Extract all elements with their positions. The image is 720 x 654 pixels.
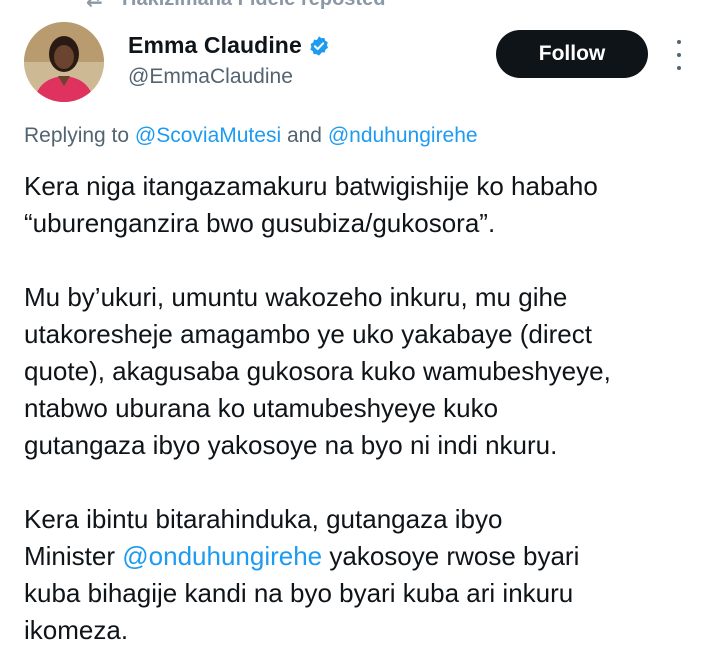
display-name[interactable]: Emma Claudine xyxy=(128,32,302,59)
tweet-paragraph: Kera ibintu bitarahinduka, gutangaza iby… xyxy=(24,501,714,649)
display-name-row: Emma Claudine xyxy=(128,32,330,59)
tweet-paragraph: Kera niga itangazamakuru batwigishije ko… xyxy=(24,168,714,242)
tweet-line-prefix: Minister xyxy=(24,541,123,571)
avatar[interactable] xyxy=(24,22,104,102)
tweet-text: Kera niga itangazamakuru batwigishije ko… xyxy=(24,168,714,649)
repost-text: Hakizimana Fidele reposted xyxy=(122,0,385,11)
tweet-line: Kera ibintu bitarahinduka, gutangaza iby… xyxy=(24,504,503,534)
tweet-line: Kera niga itangazamakuru batwigishije ko… xyxy=(24,171,598,201)
tweet-header: Emma Claudine @EmmaClaudine Follow xyxy=(24,22,704,104)
tweet-line: utakoresheje amagambo ye uko yakabaye (d… xyxy=(24,319,592,349)
replying-prefix: Replying to xyxy=(24,124,135,147)
follow-button[interactable]: Follow xyxy=(496,30,648,78)
author-handle[interactable]: @EmmaClaudine xyxy=(128,65,330,89)
replying-user-link[interactable]: @ScoviaMutesi xyxy=(135,124,281,147)
repost-icon: ⇄ xyxy=(86,0,110,12)
tweet-line: quote), akagusaba gukosora kuko wamubesh… xyxy=(24,356,611,386)
avatar-image xyxy=(24,22,104,102)
verified-badge-icon xyxy=(310,35,328,56)
more-dot xyxy=(677,53,681,57)
repost-bar: ⇄ Hakizimana Fidele reposted xyxy=(0,0,720,12)
more-dot xyxy=(677,40,681,44)
replying-conj: and xyxy=(281,124,328,147)
mention-link[interactable]: @onduhungirehe xyxy=(122,541,322,571)
more-dot xyxy=(677,66,681,70)
more-options-icon[interactable] xyxy=(672,40,686,70)
tweet-line: kuba bihagije kandi na byo byari kuba ar… xyxy=(24,578,574,608)
tweet-line: gutangaza ibyo yakosoye na byo ni indi n… xyxy=(24,430,558,460)
author-name-block: Emma Claudine @EmmaClaudine xyxy=(128,32,330,89)
tweet-line-suffix: yakosoye rwose byari xyxy=(322,541,580,571)
tweet-line: “uburenganzira bwo gusubiza/gukosora”. xyxy=(24,208,496,238)
replying-to: Replying to @ScoviaMutesi and @nduhungir… xyxy=(24,124,478,148)
tweet-line: ntabwo uburana ko utamubeshyeye kuko xyxy=(24,393,499,423)
replying-user-link[interactable]: @nduhungirehe xyxy=(328,124,478,147)
tweet-paragraph: Mu by’ukuri, umuntu wakozeho inkuru, mu … xyxy=(24,279,714,464)
tweet-line: ikomeza. xyxy=(24,615,129,645)
tweet-line: Mu by’ukuri, umuntu wakozeho inkuru, mu … xyxy=(24,282,568,312)
